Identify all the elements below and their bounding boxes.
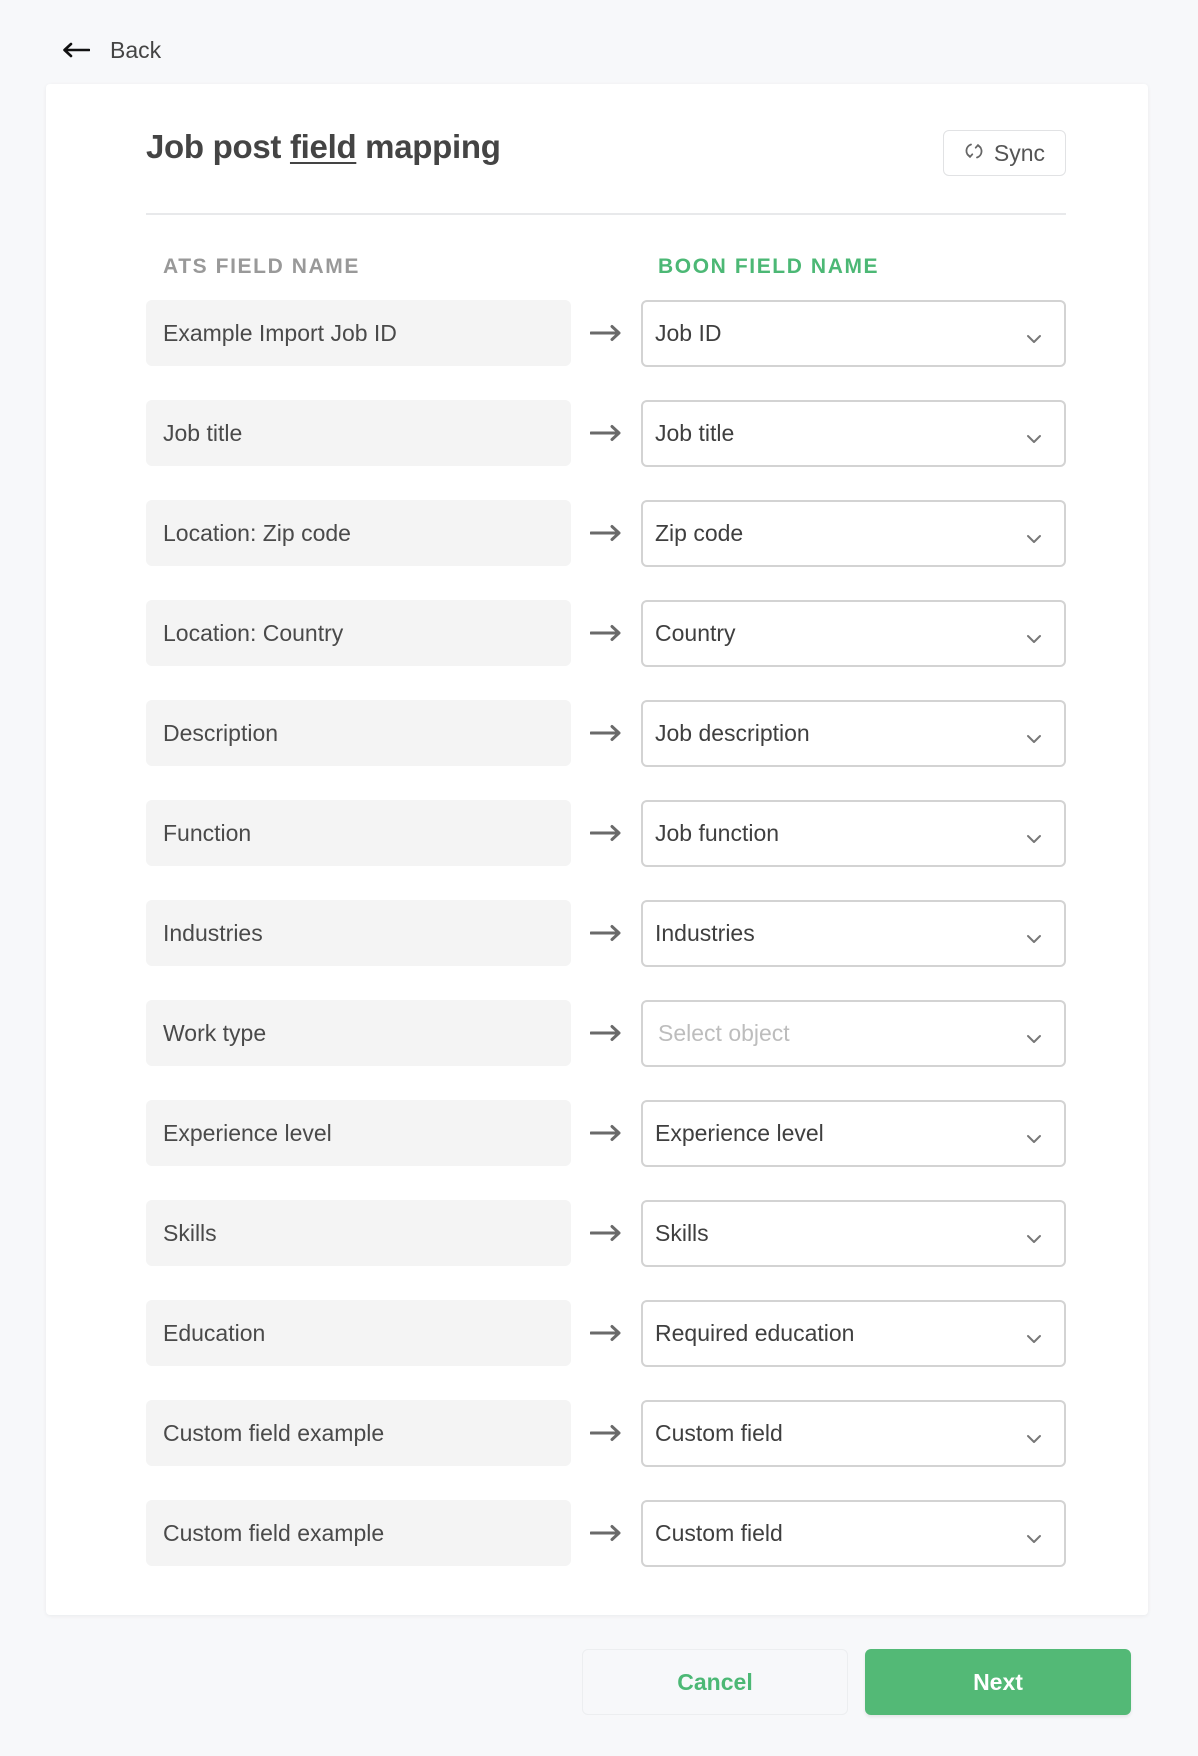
boon-field-value: Job function bbox=[655, 820, 780, 846]
boon-field-select[interactable]: Experience level bbox=[641, 1100, 1066, 1167]
mapping-card: Job post field mapping Sync ATS FIELD NA… bbox=[46, 84, 1148, 1615]
mapping-row: Education Required education bbox=[146, 1300, 1066, 1367]
boon-field-select[interactable]: Required education bbox=[641, 1300, 1066, 1367]
boon-field-value: Job description bbox=[655, 720, 810, 746]
mapping-row: Experience level Experience level bbox=[146, 1100, 1066, 1167]
arrow-right-icon bbox=[589, 1423, 622, 1448]
sync-icon bbox=[964, 140, 984, 167]
boon-field-select[interactable]: Skills bbox=[641, 1200, 1066, 1267]
boon-field-select[interactable]: Zip code bbox=[641, 500, 1066, 567]
chevron-down-icon bbox=[1026, 626, 1042, 653]
chevron-down-icon bbox=[1026, 1326, 1042, 1353]
mapping-row: Custom field example Custom field bbox=[146, 1500, 1066, 1567]
chevron-down-icon bbox=[1026, 926, 1042, 953]
ats-field-name: Industries bbox=[146, 900, 571, 966]
arrow-right-icon bbox=[589, 423, 622, 448]
mapping-row: Function Job function bbox=[146, 800, 1066, 867]
boon-field-placeholder: Select object bbox=[658, 1020, 790, 1046]
arrow-right-icon bbox=[589, 923, 622, 948]
ats-field-name: Description bbox=[146, 700, 571, 766]
ats-field-name: Location: Country bbox=[146, 600, 571, 666]
chevron-down-icon bbox=[1026, 726, 1042, 753]
mapping-row: Location: Country Country bbox=[146, 600, 1066, 667]
arrow-left-icon bbox=[62, 42, 90, 58]
mapping-row: Skills Skills bbox=[146, 1200, 1066, 1267]
arrow-right-icon bbox=[589, 1323, 622, 1348]
chevron-down-icon bbox=[1026, 426, 1042, 453]
arrow-right-icon bbox=[589, 1223, 622, 1248]
arrow-right-icon bbox=[589, 1023, 622, 1048]
boon-field-value: Experience level bbox=[655, 1120, 824, 1146]
ats-field-name: Work type bbox=[146, 1000, 571, 1066]
boon-field-value: Country bbox=[655, 620, 736, 646]
chevron-down-icon bbox=[1026, 1126, 1042, 1153]
sync-label: Sync bbox=[993, 139, 1046, 166]
boon-field-value: Job title bbox=[655, 420, 735, 446]
mapping-list: Example Import Job ID Job ID Job title J… bbox=[146, 300, 1066, 1600]
boon-field-select[interactable]: Job function bbox=[641, 800, 1066, 867]
mapping-row: Work type Select object bbox=[146, 1000, 1066, 1067]
arrow-right-icon bbox=[589, 723, 622, 748]
title-prefix: Job post bbox=[146, 128, 290, 165]
mapping-row: Job title Job title bbox=[146, 400, 1066, 467]
arrow-right-icon bbox=[589, 523, 622, 548]
arrow-right-icon bbox=[589, 623, 622, 648]
ats-field-name: Custom field example bbox=[146, 1500, 571, 1566]
arrow-right-icon bbox=[589, 823, 622, 848]
ats-field-name: Skills bbox=[146, 1200, 571, 1266]
boon-field-select[interactable]: Custom field bbox=[641, 1500, 1066, 1567]
boon-field-select[interactable]: Job ID bbox=[641, 300, 1066, 367]
back-link[interactable]: Back bbox=[62, 34, 161, 66]
boon-field-value: Job ID bbox=[655, 320, 722, 346]
boon-field-select[interactable]: Job title bbox=[641, 400, 1066, 467]
boon-field-select[interactable]: Select object bbox=[641, 1000, 1066, 1067]
chevron-down-icon bbox=[1026, 1226, 1042, 1253]
title-suffix: mapping bbox=[356, 128, 501, 165]
ats-column-header: ATS FIELD NAME bbox=[163, 255, 361, 278]
chevron-down-icon bbox=[1026, 526, 1042, 553]
mapping-row: Location: Zip code Zip code bbox=[146, 500, 1066, 567]
mapping-row: Description Job description bbox=[146, 700, 1066, 767]
chevron-down-icon bbox=[1026, 1426, 1042, 1453]
ats-field-name: Custom field example bbox=[146, 1400, 571, 1466]
arrow-right-icon bbox=[589, 1523, 622, 1548]
sync-button[interactable]: Sync bbox=[943, 130, 1066, 176]
boon-column-header: BOON FIELD NAME bbox=[658, 255, 880, 278]
mapping-row: Custom field example Custom field bbox=[146, 1400, 1066, 1467]
boon-field-value: Required education bbox=[655, 1320, 855, 1346]
chevron-down-icon bbox=[1026, 826, 1042, 853]
boon-field-select[interactable]: Country bbox=[641, 600, 1066, 667]
back-label: Back bbox=[110, 36, 162, 63]
title-underlined-word: field bbox=[289, 128, 357, 165]
boon-field-value: Custom field bbox=[655, 1420, 783, 1446]
chevron-down-icon bbox=[1026, 1526, 1042, 1553]
arrow-right-icon bbox=[589, 1123, 622, 1148]
header-divider bbox=[146, 213, 1066, 215]
ats-field-name: Example Import Job ID bbox=[146, 300, 571, 366]
boon-field-select[interactable]: Job description bbox=[641, 700, 1066, 767]
chevron-down-icon bbox=[1026, 326, 1042, 353]
boon-field-value: Skills bbox=[655, 1220, 709, 1246]
page-title: Job post field mapping bbox=[146, 128, 501, 166]
arrow-right-icon bbox=[589, 323, 622, 348]
boon-field-value: Custom field bbox=[655, 1520, 783, 1546]
ats-field-name: Job title bbox=[146, 400, 571, 466]
mapping-row: Industries Industries bbox=[146, 900, 1066, 967]
ats-field-name: Experience level bbox=[146, 1100, 571, 1166]
ats-field-name: Function bbox=[146, 800, 571, 866]
next-button[interactable]: Next bbox=[865, 1649, 1131, 1715]
ats-field-name: Location: Zip code bbox=[146, 500, 571, 566]
mapping-row: Example Import Job ID Job ID bbox=[146, 300, 1066, 367]
boon-field-value: Industries bbox=[655, 920, 755, 946]
chevron-down-icon bbox=[1026, 1026, 1042, 1053]
boon-field-select[interactable]: Custom field bbox=[641, 1400, 1066, 1467]
boon-field-select[interactable]: Industries bbox=[641, 900, 1066, 967]
cancel-button[interactable]: Cancel bbox=[582, 1649, 848, 1715]
boon-field-value: Zip code bbox=[655, 520, 744, 546]
ats-field-name: Education bbox=[146, 1300, 571, 1366]
